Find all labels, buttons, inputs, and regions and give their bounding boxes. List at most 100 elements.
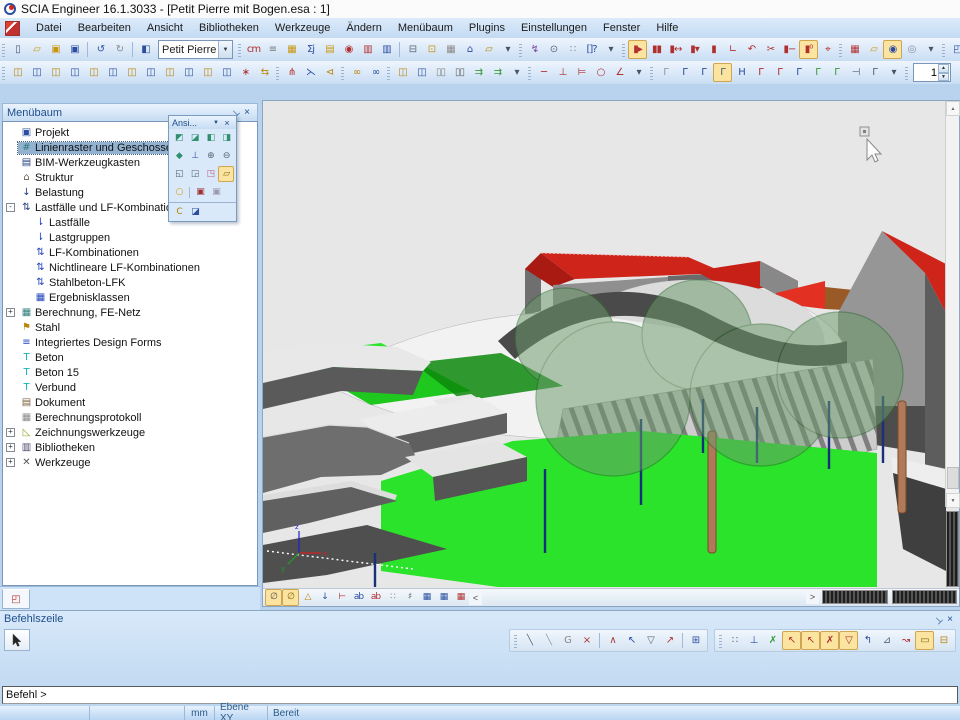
tree-item-bibliotheken[interactable]: +▥Bibliotheken	[3, 440, 257, 455]
show-line-grid-icon[interactable]: ♯	[401, 589, 418, 606]
draw-angle-icon[interactable]: ∠	[610, 63, 629, 82]
save-icon[interactable]: ▣	[65, 40, 84, 59]
swap-orientation-icon[interactable]: ⇆	[255, 63, 274, 82]
snap-grid-icon[interactable]: ∷	[725, 631, 744, 650]
show-lcs-icon[interactable]: ◫	[179, 63, 198, 82]
snap-point-icon[interactable]: ✗	[820, 631, 839, 650]
show-loads-icon[interactable]: ↓	[316, 589, 333, 606]
overflow-icon[interactable]: ▾	[601, 40, 620, 59]
snap-ortho-icon[interactable]: ⊥	[744, 631, 763, 650]
point-grid-icon[interactable]: ∷	[563, 40, 582, 59]
palette-header[interactable]: Ansi... ▼ ×	[169, 116, 236, 129]
tree-item-verbund[interactable]: TVerbund	[3, 380, 257, 395]
tree-item-zeichnungswerkzeuge[interactable]: +◺Zeichnungswerkzeuge	[3, 425, 257, 440]
view-top-icon[interactable]: ◩	[171, 130, 187, 146]
overflow-icon[interactable]: ▾	[629, 63, 648, 82]
view-wired-icon[interactable]: ◪	[187, 204, 203, 220]
snap-midpoint-icon[interactable]: ✗	[763, 631, 782, 650]
zoom-window-icon[interactable]: ◱	[171, 166, 187, 182]
zoom-all-icon[interactable]: ◲	[187, 166, 203, 182]
engineering-report-icon[interactable]: ⌂	[460, 40, 479, 59]
snap-intersection-icon[interactable]: ↖	[801, 631, 820, 650]
member-view-params-icon[interactable]: ∞	[347, 63, 366, 82]
rendered-icon[interactable]: ∅	[282, 589, 299, 606]
show-rendering-icon[interactable]: ▦	[418, 589, 435, 606]
beam-zero-icon[interactable]: ▮⁰	[799, 40, 818, 59]
visibility-on-icon[interactable]: ◉	[883, 40, 902, 59]
chevron-down-icon[interactable]: ▼	[211, 120, 221, 126]
visibility-off-icon[interactable]: ◎	[902, 40, 921, 59]
window-cascade-icon[interactable]: ◰	[948, 40, 960, 59]
beam-remove-icon[interactable]: ▮−	[780, 40, 799, 59]
beam-cut-icon[interactable]: ✂	[761, 40, 780, 59]
show-load-labels-icon[interactable]: ab	[350, 589, 367, 606]
view-axo-icon[interactable]: ◨	[218, 130, 234, 146]
screenshot-off-icon[interactable]: ▣	[208, 184, 224, 200]
document-table-icon[interactable]: ▦	[441, 40, 460, 59]
all-view-params-icon[interactable]: ∞	[366, 63, 385, 82]
regenerate-icon[interactable]: ∗	[236, 63, 255, 82]
copy-properties-icon[interactable]: ▯▯	[431, 63, 450, 82]
show-numbering-icon[interactable]: ▦	[435, 589, 452, 606]
show-member-labels-icon[interactable]: ◫	[65, 63, 84, 82]
tree-item-werkzeuge[interactable]: +✕Werkzeuge	[3, 455, 257, 470]
hinge-dotted-icon[interactable]: Γ	[656, 63, 675, 82]
expand-icon[interactable]: +	[6, 428, 15, 437]
view-front-icon[interactable]: ◪	[187, 130, 203, 146]
beam-pair-icon[interactable]: ▮▮	[647, 40, 666, 59]
spin-up-icon[interactable]: ▲	[938, 64, 949, 73]
vertical-scrollbar[interactable]: ▲ ▼	[945, 101, 959, 507]
vertical-scroll-thumb[interactable]	[947, 467, 959, 489]
project-combobox[interactable]: Petit Pierre mit Bog ▼	[158, 40, 233, 59]
menu-item-plugins[interactable]: Plugins	[461, 20, 513, 36]
wireframe-icon[interactable]: ∅	[265, 589, 282, 606]
snap-endpoint-icon[interactable]: ↖	[782, 631, 801, 650]
hinge-a-icon[interactable]: Γ	[675, 63, 694, 82]
show-slabs-icon[interactable]: ◫	[84, 63, 103, 82]
paperspace-gallery-icon[interactable]: ▥	[377, 40, 396, 59]
show-axes-icon[interactable]: ◫	[160, 63, 179, 82]
vertical-pan-control[interactable]	[946, 511, 959, 587]
show-node-labels-icon[interactable]: ◫	[46, 63, 65, 82]
show-openings-icon[interactable]: ◫	[103, 63, 122, 82]
close-icon[interactable]: ×	[221, 118, 233, 128]
show-dot-grid-icon[interactable]: ∷	[384, 589, 401, 606]
menu-item-fenster[interactable]: Fenster	[595, 20, 648, 36]
menu-item-werkzeuge[interactable]: Werkzeuge	[267, 20, 338, 36]
tree-item-stahlbeton-lfk[interactable]: ⇅Stahlbeton-LFK	[3, 275, 257, 290]
draw-circle-icon[interactable]: ○	[591, 63, 610, 82]
print-preview-icon[interactable]: ⊡	[422, 40, 441, 59]
beam-icon[interactable]: ▮	[704, 40, 723, 59]
fe-mesh-icon[interactable]: ◉	[339, 40, 358, 59]
command-input[interactable]: Befehl >	[2, 686, 958, 704]
drawing-icon[interactable]: ▱	[479, 40, 498, 59]
view-axis-icon[interactable]: ⊥	[187, 148, 203, 164]
menu-item-hilfe[interactable]: Hilfe	[648, 20, 686, 36]
new-project-icon[interactable]: ▯	[8, 40, 27, 59]
tree-item-ergebnisklassen[interactable]: ▦Ergebnisklassen	[3, 290, 257, 305]
draw-line-icon[interactable]: ─	[534, 63, 553, 82]
horizontal-pan-control-1[interactable]	[822, 590, 888, 604]
3d-viewport[interactable]: x z y ▲ ▼ ∅∅△↓⊢abab∷♯▦▦▦	[262, 100, 960, 607]
menu-item-bibliotheken[interactable]: Bibliotheken	[191, 20, 267, 36]
hinge-g1-icon[interactable]: Γ	[808, 63, 827, 82]
overflow-icon[interactable]: ▾	[921, 40, 940, 59]
collapse-icon[interactable]: -	[6, 203, 15, 212]
hinge-g2-icon[interactable]: Γ	[827, 63, 846, 82]
scroll-down-icon[interactable]: ▼	[946, 493, 960, 508]
spin-value-1-input[interactable]	[914, 64, 938, 81]
draw-parallel-icon[interactable]: ⊨	[572, 63, 591, 82]
view-side-icon[interactable]: ◧	[203, 130, 219, 146]
apply-all-icon[interactable]: ⇉	[488, 63, 507, 82]
menu-item-datei[interactable]: Datei	[28, 20, 70, 36]
tree-item-beton-15[interactable]: TBeton 15	[3, 365, 257, 380]
hinge-rx-icon[interactable]: Γ	[751, 63, 770, 82]
hinge-left-icon[interactable]: ⊣	[846, 63, 865, 82]
show-descriptions-icon[interactable]: ab	[367, 589, 384, 606]
snap-table-icon[interactable]: ⊟	[934, 631, 953, 650]
snap-node-icon[interactable]: ⊿	[953, 63, 960, 82]
show-model-data-icon[interactable]: ◫	[217, 63, 236, 82]
menu-item-ansicht[interactable]: Ansicht	[139, 20, 191, 36]
redo-icon[interactable]: ↻	[110, 40, 129, 59]
panel-tab-button[interactable]: ◰	[2, 589, 30, 609]
